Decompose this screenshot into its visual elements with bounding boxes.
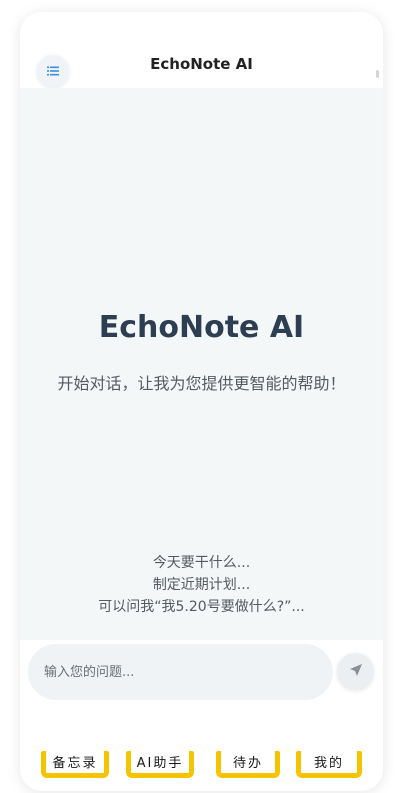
scroll-indicator — [376, 70, 379, 78]
suggestion-item[interactable]: 制定近期计划... — [20, 574, 383, 596]
suggestion-item[interactable]: 可以问我“我5.20号要做什么?”... — [20, 596, 383, 618]
tab-memo[interactable]: 备忘录 — [41, 750, 109, 778]
bottom-tab-bar: 备忘录 AI助手 待办 我的 — [20, 710, 383, 791]
input-area — [20, 640, 383, 710]
page-title: EchoNote AI — [150, 55, 253, 73]
tab-profile[interactable]: 我的 — [296, 750, 362, 778]
hero-title: EchoNote AI — [98, 310, 305, 345]
hero-subtitle: 开始对话，让我为您提供更智能的帮助！ — [57, 374, 346, 393]
question-input[interactable] — [28, 644, 333, 700]
tab-label: 我的 — [313, 755, 344, 771]
send-icon — [349, 662, 363, 681]
app-header: EchoNote AI — [20, 12, 383, 88]
send-button[interactable] — [337, 653, 374, 690]
tab-todo[interactable]: 待办 — [216, 750, 280, 778]
tab-label: 备忘录 — [52, 755, 98, 771]
suggestion-item[interactable]: 今天要干什么... — [20, 552, 383, 574]
suggestion-list: 今天要干什么... 制定近期计划... 可以问我“我5.20号要做什么?”... — [20, 552, 383, 618]
app-frame: EchoNote AI EchoNote AI 开始对话，让我为您提供更智能的帮… — [20, 12, 383, 791]
tab-label: AI助手 — [136, 755, 184, 771]
tab-ai-assistant[interactable]: AI助手 — [126, 750, 194, 778]
tab-label: 待办 — [232, 755, 263, 771]
chat-area: EchoNote AI 开始对话，让我为您提供更智能的帮助！ 今天要干什么...… — [20, 88, 383, 640]
